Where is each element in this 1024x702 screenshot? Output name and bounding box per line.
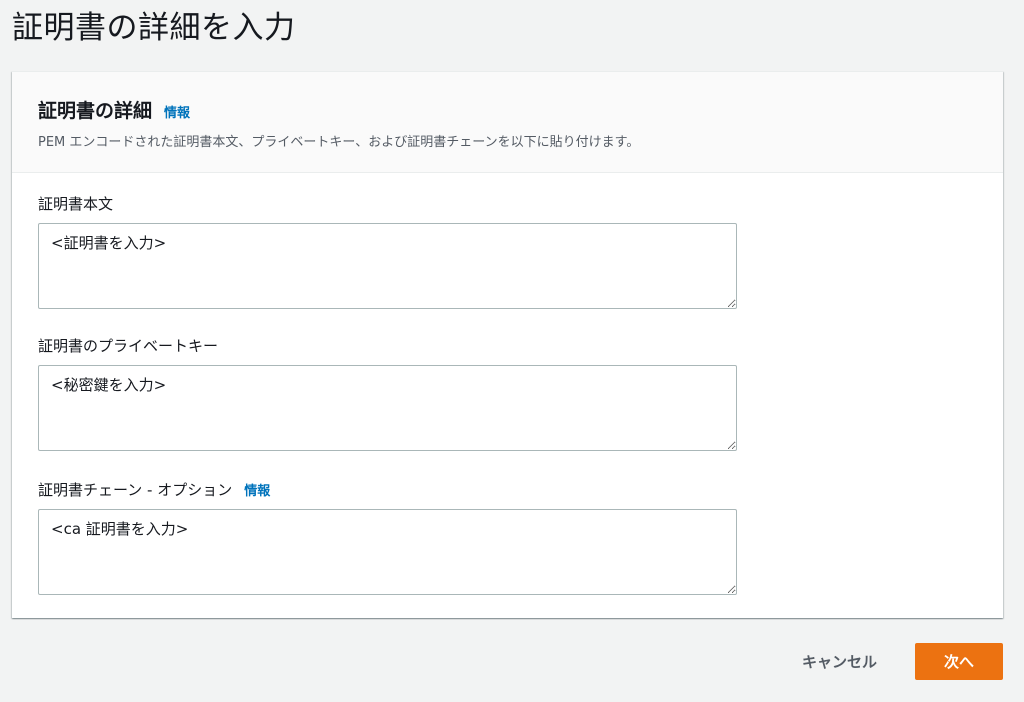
panel-heading: 証明書の詳細 (38, 100, 153, 122)
certificate-body-label-text: 証明書本文 (38, 195, 114, 213)
certificate-body-label: 証明書本文 (38, 193, 977, 219)
panel-heading-row: 証明書の詳細 情報 (38, 96, 977, 123)
certificate-body-field: 証明書本文 (38, 193, 977, 309)
panel-description: PEM エンコードされた証明書本文、プライベートキー、および証明書チェーンを以下… (38, 135, 640, 150)
cancel-button[interactable]: キャンセル (782, 643, 897, 680)
private-key-label-text: 証明書のプライベートキー (38, 337, 219, 355)
private-key-input[interactable] (38, 365, 737, 451)
certificate-chain-label-text: 証明書チェーン - オプション (38, 481, 233, 499)
panel-info-link[interactable]: 情報 (164, 102, 190, 121)
panel-header: 証明書の詳細 情報 PEM エンコードされた証明書本文、プライベートキー、および… (12, 72, 1003, 173)
certificate-chain-input[interactable] (38, 509, 737, 595)
next-button[interactable]: 次へ (915, 643, 1003, 680)
certificate-chain-info-link[interactable]: 情報 (244, 480, 270, 499)
form-actions: キャンセル 次へ (782, 643, 1003, 680)
page-title: 証明書の詳細を入力 (12, 10, 296, 46)
private-key-field: 証明書のプライベートキー (38, 335, 977, 451)
private-key-label: 証明書のプライベートキー (38, 335, 977, 361)
certificate-chain-field: 証明書チェーン - オプション 情報 (38, 479, 977, 595)
certificate-body-input[interactable] (38, 223, 737, 309)
panel-body: 証明書本文 証明書のプライベートキー 証明書チェーン - オプション 情報 (12, 173, 1003, 595)
certificate-details-panel: 証明書の詳細 情報 PEM エンコードされた証明書本文、プライベートキー、および… (12, 71, 1003, 618)
certificate-chain-label: 証明書チェーン - オプション 情報 (38, 479, 977, 505)
